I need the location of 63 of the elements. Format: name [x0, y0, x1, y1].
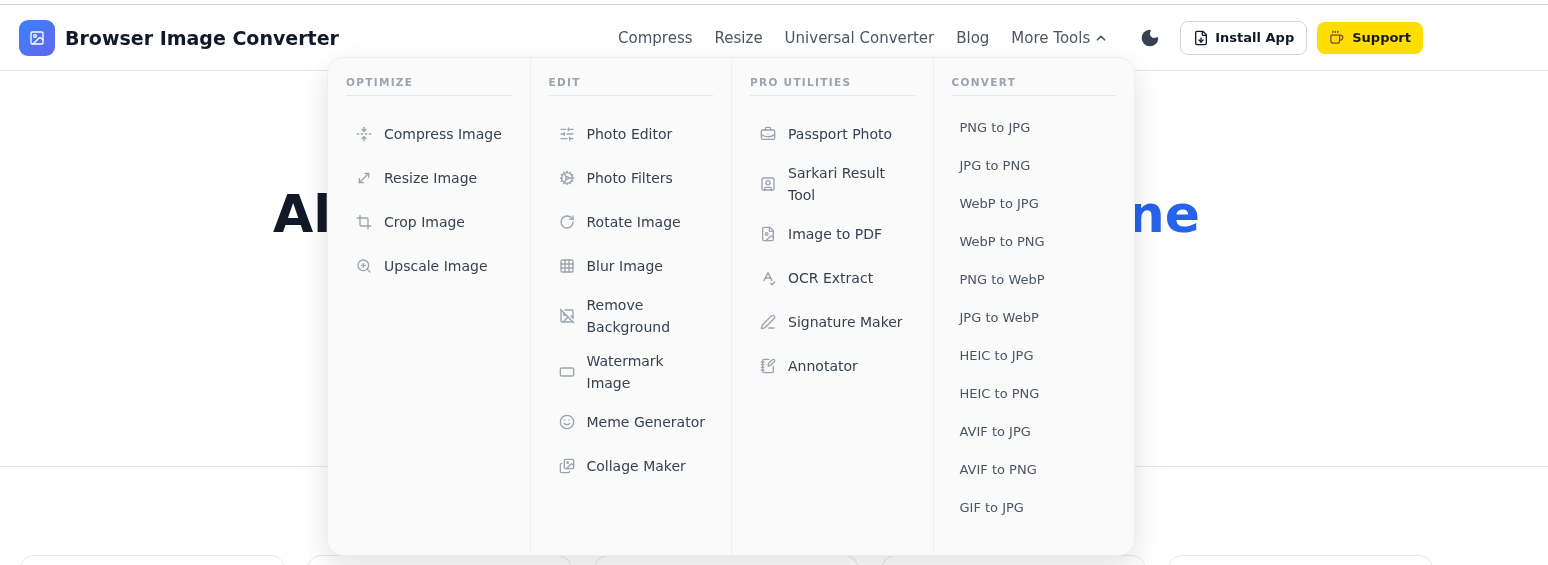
logo-icon[interactable] [19, 19, 55, 56]
compress-icon [356, 126, 372, 142]
user-card-icon [760, 176, 776, 192]
image-off-icon [558, 308, 575, 324]
menu-item[interactable]: Meme Generator [548, 406, 713, 438]
column-heading: CONVERT [951, 76, 1116, 96]
grid-icon [558, 258, 575, 274]
menu-item[interactable]: WebP to JPG [951, 192, 1116, 215]
pdf-image-icon [760, 226, 776, 242]
menu-item[interactable]: Annotator [750, 350, 915, 382]
menu-item[interactable]: AVIF to JPG [951, 420, 1116, 443]
column-heading: PRO UTILITIES [750, 76, 915, 96]
support-button[interactable]: Support [1317, 21, 1423, 54]
notes-icon [760, 358, 776, 374]
moon-icon[interactable] [1140, 27, 1161, 48]
menu-item[interactable]: JPG to PNG [951, 154, 1116, 177]
zoom-icon [356, 258, 372, 274]
nav-link[interactable]: Compress [618, 28, 693, 47]
menu-item[interactable]: PNG to JPG [951, 116, 1116, 139]
menu-item[interactable]: AVIF to PNG [951, 458, 1116, 481]
pen-icon [760, 314, 776, 330]
menu-item[interactable]: Image to PDF [750, 218, 915, 250]
crop-icon [356, 214, 372, 230]
menu-item[interactable]: Blur Image [548, 250, 713, 282]
nav-link[interactable]: Blog [956, 28, 990, 47]
menu-item[interactable]: Photo Editor [548, 118, 713, 150]
menu-item[interactable]: Passport Photo [750, 118, 915, 150]
menu-item[interactable]: HEIC to PNG [951, 382, 1116, 405]
nav-link[interactable]: Universal Converter [784, 28, 935, 47]
menu-item[interactable]: Resize Image [346, 162, 512, 194]
menu-item[interactable]: JPG to WebP [951, 306, 1116, 329]
column-heading: OPTIMIZE [346, 76, 512, 96]
menu-item[interactable]: Photo Filters [548, 162, 713, 194]
hero-title: Al [273, 183, 332, 246]
images-icon [558, 458, 575, 474]
sliders-icon [558, 126, 575, 142]
menu-item[interactable]: Upscale Image [346, 250, 512, 282]
spell-check-icon [760, 270, 776, 286]
menu-item[interactable]: OCR Extract [750, 262, 915, 294]
install-app-button[interactable]: Install App [1180, 20, 1308, 55]
menu-item[interactable]: Compress Image [346, 118, 512, 150]
menu-item[interactable]: Watermark Image [548, 350, 713, 394]
rotate-icon [558, 214, 575, 230]
menu-item[interactable]: WebP to PNG [951, 230, 1116, 253]
menu-item[interactable]: Signature Maker [750, 306, 915, 338]
nav-link[interactable]: More Tools [1011, 28, 1109, 47]
download-icon [1193, 29, 1210, 46]
gear-icon [558, 170, 575, 186]
brand-name: Browser Image Converter [65, 26, 339, 49]
menu-item[interactable]: GIF to JPG [951, 496, 1116, 519]
nav-link[interactable]: Resize [714, 28, 763, 47]
menu-item[interactable]: PNG to WebP [951, 268, 1116, 291]
menu-item[interactable]: Remove Background [548, 294, 713, 338]
rectangle-icon [558, 364, 575, 380]
diagonal-arrow-icon [356, 170, 372, 186]
menu-item[interactable]: Collage Maker [548, 450, 713, 482]
smiley-icon [558, 414, 575, 430]
menu-item[interactable]: Sarkari Result Tool [750, 162, 915, 206]
menu-item[interactable]: HEIC to JPG [951, 344, 1116, 367]
menu-item[interactable]: Rotate Image [548, 206, 713, 238]
column-heading: EDIT [548, 76, 713, 96]
menu-item[interactable]: Crop Image [346, 206, 512, 238]
coffee-icon [1329, 30, 1345, 45]
